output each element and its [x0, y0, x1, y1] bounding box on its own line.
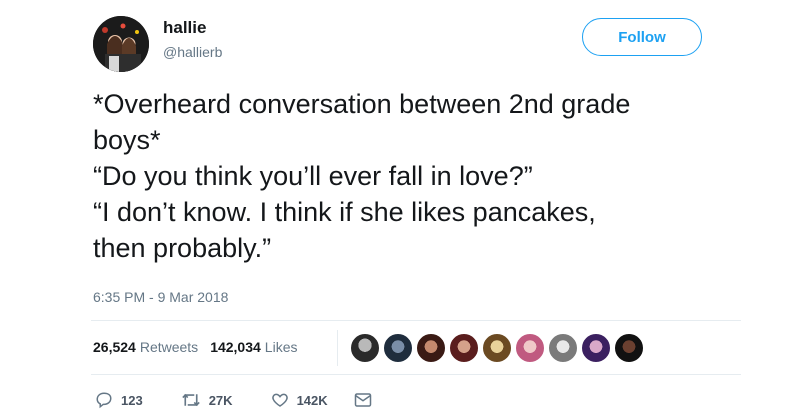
heart-icon	[271, 391, 289, 409]
user-handle[interactable]: @hallierb	[163, 44, 222, 60]
reply-count: 123	[121, 392, 143, 408]
tweet-line: “Do you think you’ll ever fall in love?”	[93, 161, 533, 191]
profile-avatar[interactable]	[93, 16, 149, 72]
follow-button[interactable]: Follow	[582, 18, 702, 56]
retweet-action-count: 27K	[208, 392, 233, 408]
retweet-label[interactable]: Retweets	[140, 339, 198, 355]
liker-avatar[interactable]	[548, 333, 578, 363]
stats-separator	[337, 330, 338, 366]
liker-avatar[interactable]	[482, 333, 512, 363]
tweet-line: then probably.”	[93, 233, 272, 263]
tweet-line: “I don’t know. I think if she likes panc…	[93, 197, 596, 227]
liker-avatar[interactable]	[614, 333, 644, 363]
liker-avatar[interactable]	[581, 333, 611, 363]
liker-avatar[interactable]	[449, 333, 479, 363]
like-label[interactable]: Likes	[265, 339, 298, 355]
liker-avatar[interactable]	[416, 333, 446, 363]
like-action-count: 142K	[296, 392, 328, 408]
divider	[91, 374, 741, 375]
divider	[91, 320, 741, 321]
liker-avatar[interactable]	[383, 333, 413, 363]
reply-button[interactable]: 123	[95, 391, 143, 409]
tweet-timestamp[interactable]: 6:35 PM - 9 Mar 2018	[93, 289, 228, 305]
reply-icon	[95, 391, 113, 409]
tweet-text: *Overheard conversation between 2nd grad…	[93, 86, 743, 266]
liker-avatar[interactable]	[350, 333, 380, 363]
liker-avatar[interactable]	[515, 333, 545, 363]
retweet-count[interactable]: 26,524	[93, 339, 136, 355]
user-name[interactable]: hallie	[163, 18, 206, 38]
tweet-line: *Overheard conversation between 2nd grad…	[93, 89, 631, 119]
tweet-actions: 123 27K 142K	[95, 391, 372, 409]
retweet-icon	[181, 391, 201, 409]
tweet-line: boys*	[93, 125, 161, 155]
like-count[interactable]: 142,034	[210, 339, 261, 355]
like-button[interactable]: 142K	[271, 391, 328, 409]
message-icon	[354, 392, 372, 408]
retweet-button[interactable]: 27K	[181, 391, 233, 409]
direct-message-button[interactable]	[354, 392, 372, 408]
liker-avatars	[350, 333, 647, 363]
engagement-stats: 26,524 Retweets 142,034 Likes	[93, 339, 297, 355]
